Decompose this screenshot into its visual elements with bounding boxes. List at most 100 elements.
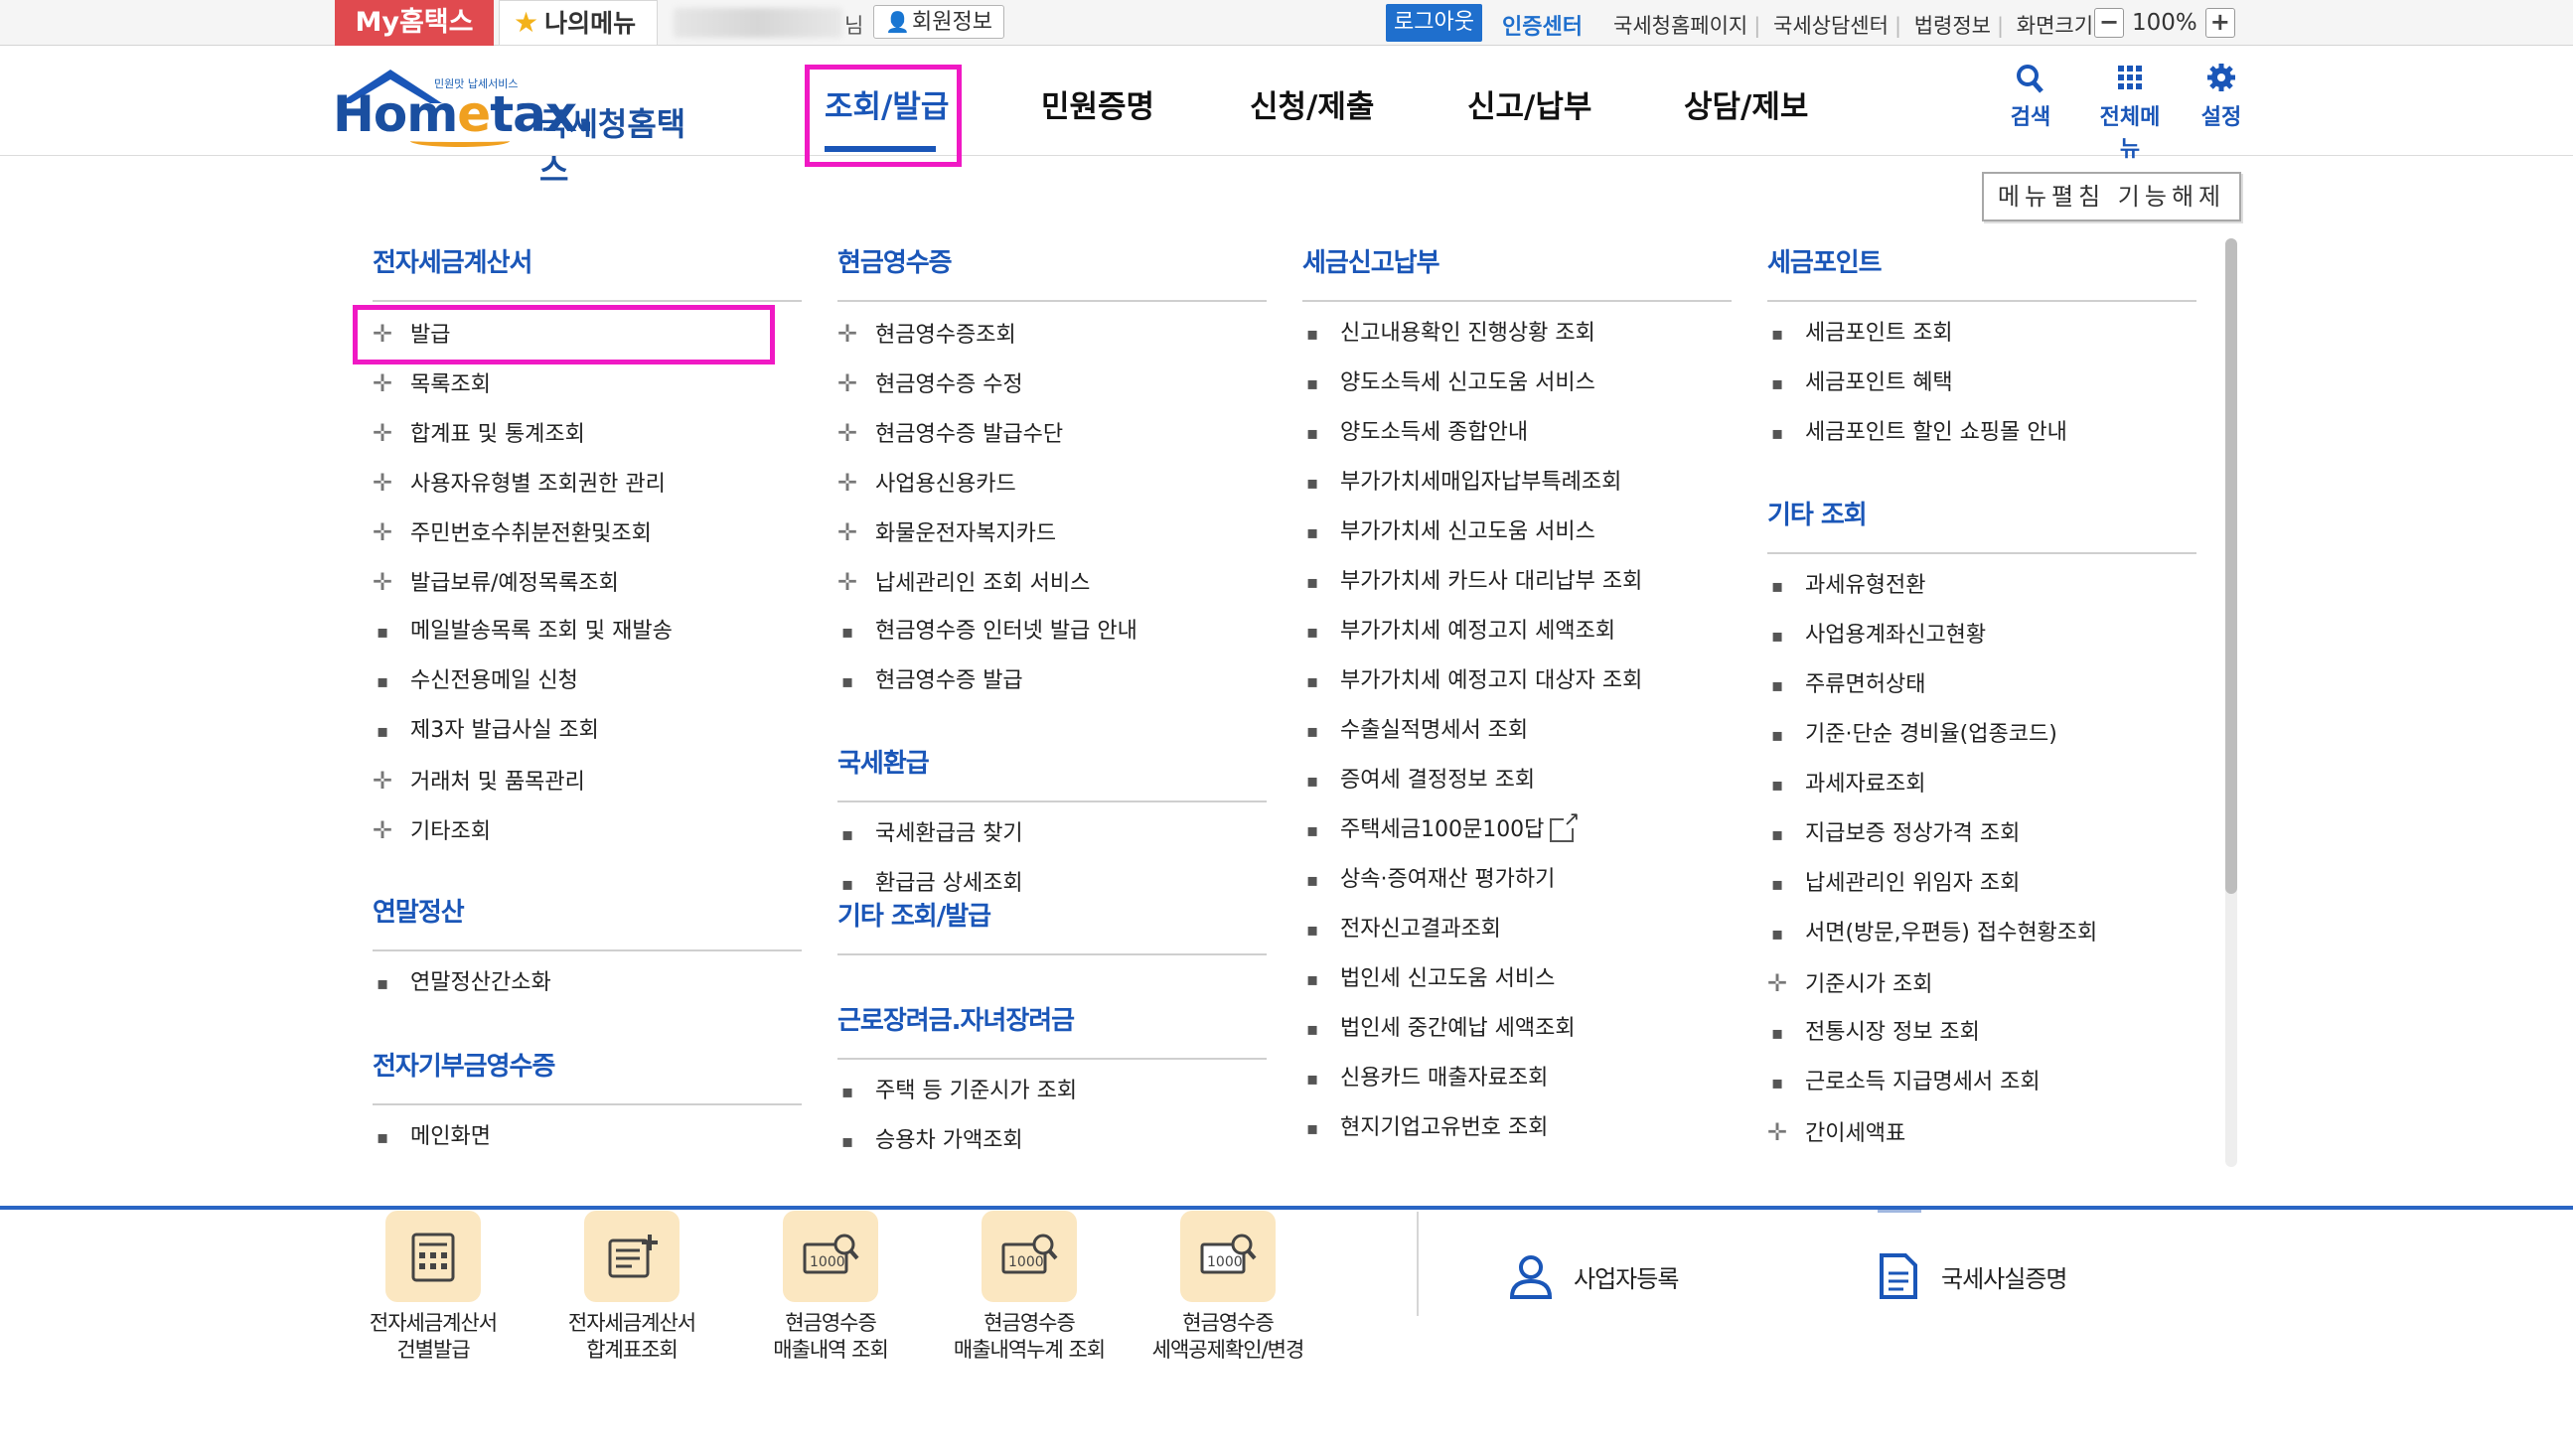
menu-item-cargo-card[interactable]: ✛ 화물운전자복지카드 bbox=[837, 516, 1056, 548]
menu-item-tax-point-benefit[interactable]: ▪ 세금포인트 혜택 bbox=[1767, 367, 1953, 399]
menu-item-guarantee-price[interactable]: ▪ 지급보증 정상가격 조회 bbox=[1767, 818, 2020, 850]
zoom-in-button[interactable]: + bbox=[2204, 8, 2235, 38]
menu-item-user-permission[interactable]: ✛ 사용자유형별 조회권한 관리 bbox=[373, 467, 666, 499]
menu-item-rrn-conversion[interactable]: ✛ 주민번호수취분전환및조회 bbox=[373, 516, 652, 548]
menu-item-business-account[interactable]: ▪ 사업용계좌신고현황 bbox=[1767, 620, 1986, 652]
menu-item-issue[interactable]: ✛ 발급 bbox=[373, 318, 450, 350]
menu-fold-toggle-button[interactable]: 메뉴펼침 기능해제 bbox=[1982, 172, 2241, 221]
menu-item-inheritance-valuation[interactable]: ▪ 상속·증여재산 평가하기 bbox=[1302, 864, 1555, 896]
menu-item-cash-online-guide[interactable]: ▪ 현금영수증 인터넷 발급 안내 bbox=[837, 616, 1137, 648]
menu-item-cash-means[interactable]: ✛ 현금영수증 발급수단 bbox=[837, 417, 1063, 449]
menu-item-main-screen[interactable]: ▪ 메인화면 bbox=[373, 1121, 491, 1153]
section-title-other-issue[interactable]: 기타 조회/발급 bbox=[837, 896, 991, 933]
bullet-icon: ▪ bbox=[377, 1127, 389, 1148]
menu-item-vat-notice-target[interactable]: ▪ 부가가치세 예정고지 대상자 조회 bbox=[1302, 665, 1642, 697]
quick-tile-invoice-issue[interactable]: 전자세금계산서 건별발급 bbox=[334, 1211, 532, 1364]
section-title-refund[interactable]: 국세환급 bbox=[837, 743, 930, 780]
plus-icon: ✛ bbox=[837, 320, 858, 348]
my-menu-button[interactable]: ★ 나의메뉴 bbox=[499, 0, 658, 46]
menu-item-year-end-simple[interactable]: ▪ 연말정산간소화 bbox=[373, 967, 551, 999]
nts-homepage-link[interactable]: 국세청홈페이지 bbox=[1613, 14, 1747, 38]
my-hometax-button[interactable]: My홈택스 bbox=[335, 0, 494, 46]
menu-item-business-card[interactable]: ✛ 사업용신용카드 bbox=[837, 467, 1016, 499]
menu-item-tax-point-inquiry[interactable]: ▪ 세금포인트 조회 bbox=[1767, 318, 1953, 350]
plus-icon: ✛ bbox=[373, 767, 393, 795]
menu-item-tax-type-change[interactable]: ▪ 과세유형전환 bbox=[1767, 570, 1925, 602]
menu-item-other-inquiry[interactable]: ✛ 기타조회 bbox=[373, 814, 491, 846]
menu-item-third-party[interactable]: ▪ 제3자 발급사실 조회 bbox=[373, 715, 599, 747]
menu-item-vat-help[interactable]: ▪ 부가가치세 신고도움 서비스 bbox=[1302, 516, 1595, 548]
gnb-civil-certificate[interactable]: 민원증명 bbox=[1041, 81, 1154, 126]
tax-counsel-link[interactable]: 국세상담센터 bbox=[1773, 14, 1889, 38]
section-title-other-inquiry[interactable]: 기타 조회 bbox=[1767, 495, 1868, 531]
menu-item-transfer-tax-help[interactable]: ▪ 양도소득세 신고도움 서비스 bbox=[1302, 367, 1595, 399]
settings-button[interactable]: 설정 bbox=[2182, 62, 2261, 131]
hometax-logo[interactable]: 민원맛 납세서비스 Hometax. 국세청홈택스 bbox=[331, 60, 698, 189]
law-info-link[interactable]: 법령정보 bbox=[1914, 14, 1991, 38]
menu-item-corp-interim[interactable]: ▪ 법인세 중간예납 세액조회 bbox=[1302, 1013, 1576, 1045]
section-divider bbox=[1767, 552, 2196, 554]
menu-item-list-inquiry[interactable]: ✛ 목록조회 bbox=[373, 367, 491, 399]
section-title-tax-point[interactable]: 세금포인트 bbox=[1767, 242, 1883, 279]
logout-button[interactable]: 로그아웃 bbox=[1386, 4, 1482, 42]
section-title-year-end[interactable]: 연말정산 bbox=[373, 892, 465, 929]
menu-item-e-filing-result[interactable]: ▪ 전자신고결과조회 bbox=[1302, 914, 1501, 946]
menu-item-corp-tax-help[interactable]: ▪ 법인세 신고도움 서비스 bbox=[1302, 963, 1555, 995]
menu-item-transfer-tax-guide[interactable]: ▪ 양도소득세 종합안내 bbox=[1302, 417, 1528, 449]
business-registration-link[interactable]: 사업자등록 bbox=[1506, 1251, 1679, 1301]
member-info-button[interactable]: 👤회원정보 bbox=[873, 5, 1004, 39]
quick-tile-cash-sales[interactable]: 1000 현금영수증 매출내역 조회 bbox=[731, 1211, 930, 1364]
menu-item-housing-tax-faq[interactable]: ▪ 주택세금100문100답 bbox=[1302, 808, 1581, 846]
all-menu-button[interactable]: 전체메뉴 bbox=[2090, 62, 2170, 163]
section-divider bbox=[373, 949, 802, 951]
menu-item-agent-delegator[interactable]: ▪ 납세관리인 위임자 조회 bbox=[1767, 868, 2020, 900]
member-info-label: 회원정보 bbox=[911, 10, 992, 35]
menu-item-summary-stats[interactable]: ✛ 합계표 및 통계조회 bbox=[373, 417, 585, 449]
menu-item-pending-list[interactable]: ✛ 발급보류/예정목록조회 bbox=[373, 566, 619, 598]
menu-item-written-receipt[interactable]: ▪ 서면(방문,우편등) 접수현황조회 bbox=[1767, 918, 2097, 949]
section-title-tax-report-pay[interactable]: 세금신고납부 bbox=[1302, 242, 1440, 279]
menu-item-cash-modify[interactable]: ✛ 현금영수증 수정 bbox=[837, 367, 1023, 399]
menu-item-tax-point-mall[interactable]: ▪ 세금포인트 할인 쇼핑몰 안내 bbox=[1767, 417, 2067, 449]
menu-item-traditional-market[interactable]: ▪ 전통시장 정보 조회 bbox=[1767, 1017, 1980, 1049]
menu-item-expense-rate[interactable]: ▪ 기준·단순 경비율(업종코드) bbox=[1767, 719, 2057, 751]
quick-tile-invoice-summary[interactable]: 전자세금계산서 합계표조회 bbox=[532, 1211, 731, 1364]
menu-item-taxation-data[interactable]: ▪ 과세자료조회 bbox=[1767, 769, 1925, 801]
menu-item-gift-tax-decision[interactable]: ▪ 증여세 결정정보 조회 bbox=[1302, 765, 1535, 797]
menu-item-liquor-license[interactable]: ▪ 주류면허상태 bbox=[1767, 669, 1925, 701]
section-title-cash-receipt[interactable]: 현금영수증 bbox=[837, 242, 953, 279]
cert-center-link[interactable]: 인증센터 bbox=[1502, 9, 1583, 41]
search-button[interactable]: 검색 bbox=[1991, 62, 2070, 131]
menu-item-earned-income-statement[interactable]: ▪ 근로소득 지급명세서 조회 bbox=[1767, 1067, 2041, 1098]
menu-item-find-refund[interactable]: ▪ 국세환급금 찾기 bbox=[837, 818, 1023, 850]
section-title-donation-receipt[interactable]: 전자기부금영수증 bbox=[373, 1046, 555, 1083]
menu-item-receive-mail[interactable]: ▪ 수신전용메일 신청 bbox=[373, 665, 578, 697]
menu-item-standard-price[interactable]: ✛ 기준시가 조회 bbox=[1767, 967, 1932, 999]
menu-item-local-corp-id[interactable]: ▪ 현지기업고유번호 조회 bbox=[1302, 1112, 1548, 1144]
menu-item-vat-card-proxy[interactable]: ▪ 부가가치세 카드사 대리납부 조회 bbox=[1302, 566, 1642, 598]
menu-item-car-value[interactable]: ▪ 승용차 가액조회 bbox=[837, 1125, 1023, 1157]
menu-item-simple-tax-table[interactable]: ✛ 간이세액표 bbox=[1767, 1116, 1905, 1148]
menu-item-report-status[interactable]: ▪ 신고내용확인 진행상황 조회 bbox=[1302, 318, 1595, 350]
zoom-out-button[interactable]: − bbox=[2094, 8, 2124, 38]
gnb-apply-submit[interactable]: 신청/제출 bbox=[1250, 81, 1374, 126]
menu-item-vat-buyer-special[interactable]: ▪ 부가가치세매입자납부특례조회 bbox=[1302, 467, 1621, 499]
bullet-icon: ▪ bbox=[1771, 775, 1784, 796]
menu-item-mail-resend[interactable]: ▪ 메일발송목록 조회 및 재발송 bbox=[373, 616, 673, 648]
menu-item-cash-issue[interactable]: ▪ 현금영수증 발급 bbox=[837, 665, 1023, 697]
panel-scrollbar-thumb[interactable] bbox=[2225, 238, 2237, 894]
section-title-earned-income-credit[interactable]: 근로장려금.자녀장려금 bbox=[837, 1000, 1075, 1037]
menu-item-tax-agent[interactable]: ✛ 납세관리인 조회 서비스 bbox=[837, 566, 1090, 598]
gnb-counsel-report[interactable]: 상담/제보 bbox=[1684, 81, 1808, 126]
tax-fact-certificate-link[interactable]: 국세사실증명 bbox=[1874, 1251, 2067, 1301]
menu-item-export-record[interactable]: ▪ 수출실적명세서 조회 bbox=[1302, 715, 1528, 747]
quick-tile-cash-total[interactable]: 1000 현금영수증 매출내역누계 조회 bbox=[930, 1211, 1129, 1364]
section-title-e-tax-invoice[interactable]: 전자세금계산서 bbox=[373, 242, 532, 279]
menu-item-vat-notice-amount[interactable]: ▪ 부가가치세 예정고지 세액조회 bbox=[1302, 616, 1615, 648]
menu-item-partner-items[interactable]: ✛ 거래처 및 품목관리 bbox=[373, 765, 585, 797]
menu-item-credit-card-sales[interactable]: ▪ 신용카드 매출자료조회 bbox=[1302, 1063, 1548, 1094]
menu-item-cash-inquiry[interactable]: ✛ 현금영수증조회 bbox=[837, 318, 1016, 350]
menu-item-house-standard-price[interactable]: ▪ 주택 등 기준시가 조회 bbox=[837, 1076, 1077, 1107]
quick-tile-cash-deduction[interactable]: 1000 현금영수증 세액공제확인/변경 bbox=[1129, 1211, 1327, 1364]
gnb-report-pay[interactable]: 신고/납부 bbox=[1467, 81, 1591, 126]
